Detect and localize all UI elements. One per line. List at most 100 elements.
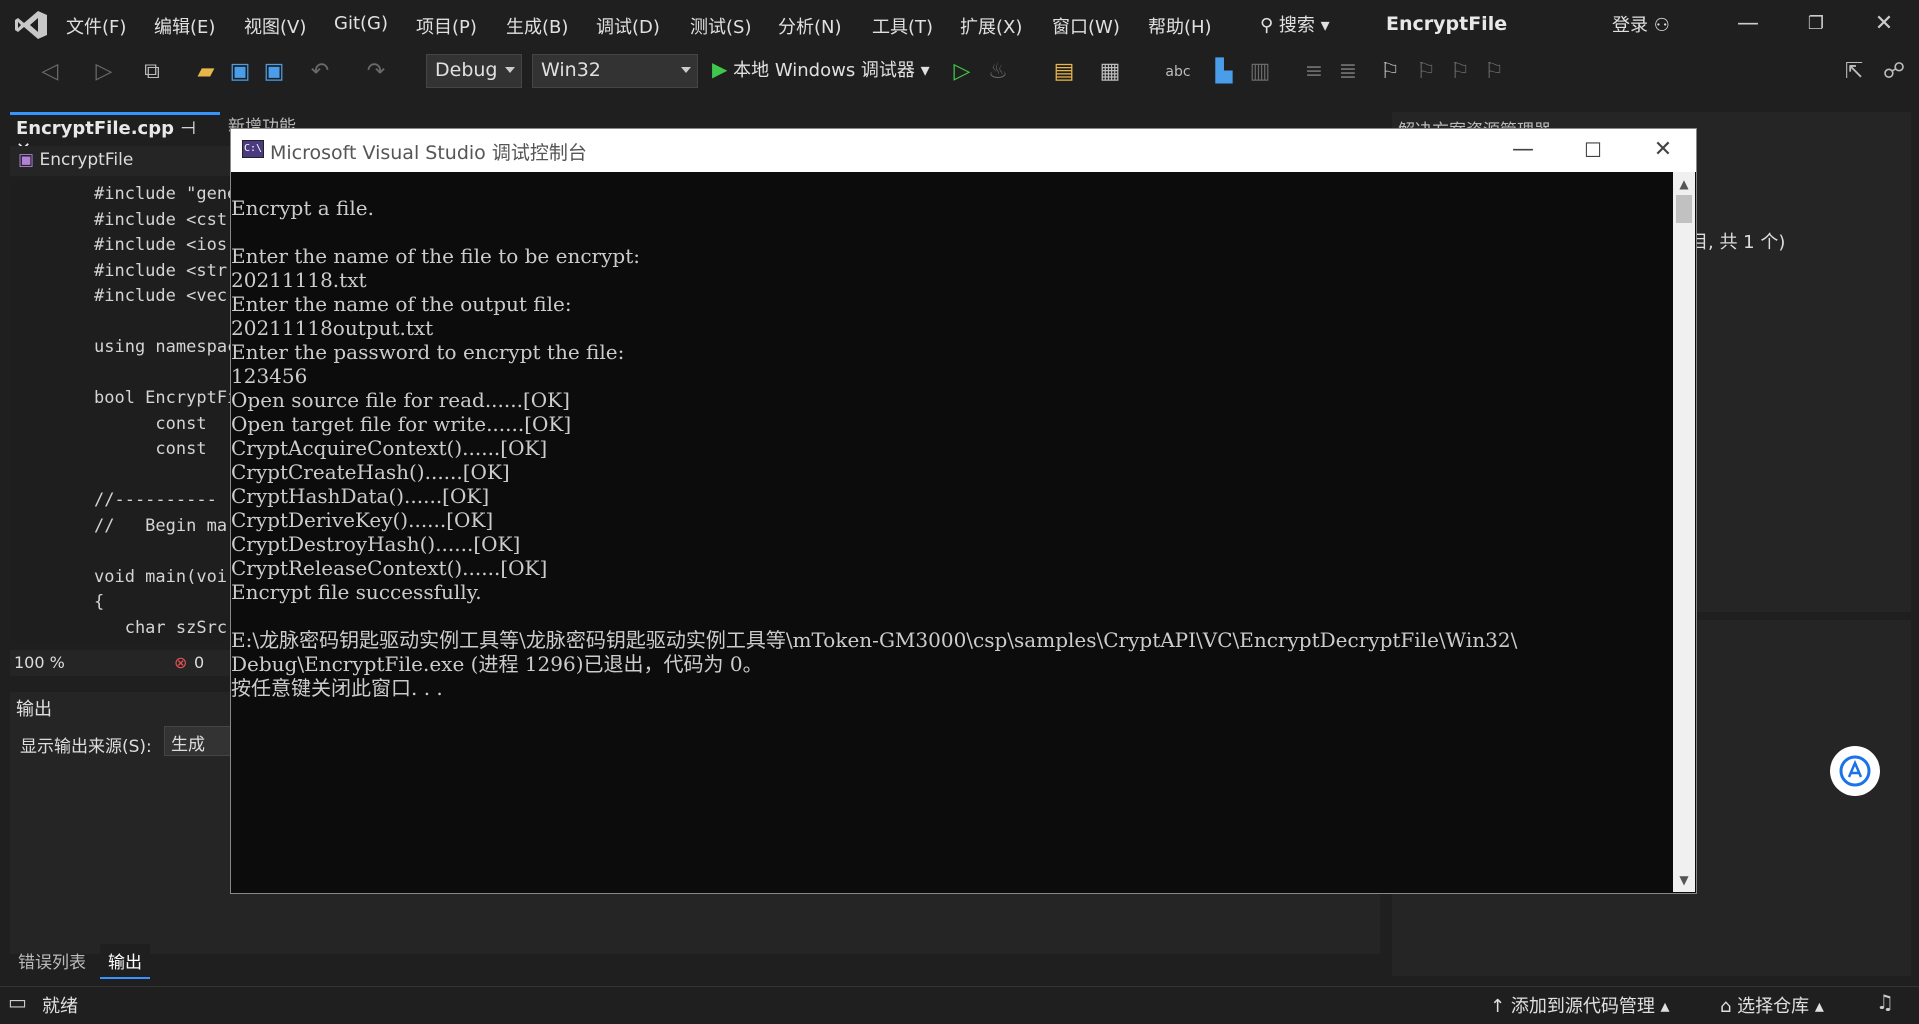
platform-combo[interactable]: Win32 — [532, 54, 698, 88]
console-maximize-button[interactable]: ☐ — [1570, 134, 1616, 166]
forward-icon[interactable]: ▷ — [90, 58, 118, 86]
repo-icon: ⌂ — [1720, 996, 1732, 1017]
console-line: CryptCreateHash()......[OK] — [231, 460, 510, 484]
restore-button[interactable]: ❐ — [1796, 8, 1836, 40]
back-icon[interactable]: ◁ — [36, 58, 64, 86]
hot-reload-icon[interactable]: ♨ — [984, 58, 1012, 86]
redo-icon[interactable]: ↷ — [362, 58, 390, 86]
console-close-button[interactable]: ✕ — [1640, 134, 1686, 166]
find-in-files-icon[interactable]: ▤ — [1050, 58, 1078, 86]
tab-output[interactable]: 输出 — [100, 944, 150, 979]
console-app-icon: C:\ — [242, 140, 264, 158]
spell-check-icon[interactable]: abc — [1164, 58, 1192, 86]
tab-error-list[interactable]: 错误列表 — [10, 944, 94, 977]
menu-item[interactable]: 帮助(H) — [1148, 13, 1212, 39]
comment-icon[interactable]: ▙ — [1210, 58, 1238, 86]
minimize-button[interactable]: — — [1728, 8, 1768, 40]
code-line: // Begin ma — [94, 515, 228, 536]
code-line: const — [94, 413, 207, 434]
feedback-icon[interactable]: ☍ — [1880, 58, 1908, 86]
code-line: char szSrc — [94, 617, 228, 638]
next-bookmark-icon[interactable]: ⚐ — [1446, 58, 1474, 86]
menu-item[interactable]: 窗口(W) — [1052, 13, 1120, 39]
menu-item[interactable]: 测试(S) — [690, 13, 751, 39]
console-line: Enter the name of the file to be encrypt… — [231, 244, 640, 268]
console-title: Microsoft Visual Studio 调试控制台 — [270, 142, 587, 164]
open-folder-icon[interactable]: ▰ — [192, 58, 220, 86]
console-line: Enter the password to encrypt the file: — [231, 340, 625, 364]
pin-icon: ⊣ — [180, 118, 196, 139]
scope-navigation[interactable]: ▣ EncryptFile — [10, 146, 230, 176]
console-minimize-button[interactable]: — — [1500, 134, 1546, 166]
code-line: void main(voi — [94, 566, 228, 587]
console-output[interactable]: Encrypt a file. Enter the name of the fil… — [231, 172, 1671, 892]
error-count[interactable]: 0 — [194, 653, 204, 672]
indent-icon[interactable]: ≣ — [1334, 58, 1362, 86]
undo-icon[interactable]: ↶ — [306, 58, 334, 86]
save-icon[interactable]: ▣ — [226, 58, 254, 86]
scroll-down-icon[interactable]: ▼ — [1676, 872, 1692, 888]
console-line: 20211118.txt — [231, 268, 367, 292]
console-line: CryptReleaseContext()......[OK] — [231, 556, 548, 580]
select-repo-button[interactable]: ⌂ 选择仓库 ▴ — [1720, 992, 1824, 1018]
chevron-down-icon — [505, 67, 515, 73]
share-icon[interactable]: ⇱ — [1840, 58, 1868, 86]
uncomment-icon[interactable]: ▥ — [1246, 58, 1274, 86]
config-combo[interactable]: Debug — [426, 54, 522, 88]
zoom-level[interactable]: 100 % — [14, 653, 65, 672]
console-line: 123456 — [231, 364, 308, 388]
notification-bell-icon[interactable]: ♫ — [1876, 990, 1894, 1014]
console-text: Encrypt a file. Enter the name of the fil… — [231, 196, 1517, 700]
user-icon: ⚇ — [1653, 15, 1670, 36]
prev-bookmark-icon[interactable]: ⚐ — [1412, 58, 1440, 86]
code-line: bool EncryptFi — [94, 388, 230, 408]
save-all-icon[interactable]: ▣ — [260, 58, 288, 86]
copilot-icon — [1839, 755, 1871, 787]
bookmark-icon[interactable]: ⚐ — [1376, 58, 1404, 86]
menu-item[interactable]: 分析(N) — [778, 13, 842, 39]
menu-item[interactable]: 编辑(E) — [154, 13, 215, 39]
menu-item[interactable]: 生成(B) — [506, 13, 568, 39]
add-source-control-button[interactable]: ↑ 添加到源代码管理 ▴ — [1490, 992, 1670, 1018]
menu-item[interactable]: 项目(P) — [416, 13, 477, 39]
login-button[interactable]: 登录 ⚇ — [1612, 11, 1670, 37]
clear-bookmarks-icon[interactable]: ⚐ — [1480, 58, 1508, 86]
console-line: CryptHashData()......[OK] — [231, 484, 490, 508]
output-source-label: 显示输出来源(S): — [20, 737, 152, 757]
code-line: #include <cst — [94, 209, 228, 230]
start-debug-button[interactable]: ▶ 本地 Windows 调试器 ▾ — [712, 56, 930, 82]
menu-item[interactable]: Git(G) — [334, 13, 388, 34]
menu-item[interactable]: 扩展(X) — [960, 13, 1022, 39]
start-without-debug-icon[interactable]: ▷ — [948, 58, 976, 86]
search-box[interactable]: ⚲ 搜索 ▾ — [1260, 11, 1330, 37]
code-editor[interactable]: #include "gene #include <cst #include <ios… — [10, 178, 230, 642]
console-line: CryptDeriveKey()......[OK] — [231, 508, 494, 532]
status-icon: ▭ — [8, 990, 27, 1014]
status-ready: 就绪 — [42, 996, 78, 1017]
layout-icon[interactable]: ▦ — [1096, 58, 1124, 86]
outdent-icon[interactable]: ≡ — [1300, 58, 1328, 86]
output-source-select[interactable]: 生成 — [164, 726, 234, 756]
code-line: { — [94, 592, 105, 612]
code-line: const — [94, 439, 207, 459]
console-scrollbar[interactable] — [1673, 172, 1695, 892]
menu-item[interactable]: 文件(F) — [66, 13, 126, 39]
code-line: #include <ios — [94, 235, 228, 255]
console-line: Encrypt a file. — [231, 196, 374, 220]
scroll-thumb[interactable] — [1676, 195, 1692, 223]
menu-item[interactable]: 调试(D) — [596, 13, 660, 39]
close-button[interactable]: ✕ — [1864, 8, 1904, 40]
copilot-button[interactable] — [1830, 746, 1880, 796]
menu-item[interactable]: 视图(V) — [244, 13, 306, 39]
new-project-icon[interactable]: ⧉ — [138, 58, 166, 86]
scroll-up-icon[interactable]: ▲ — [1676, 176, 1692, 192]
menu-item[interactable]: 工具(T) — [872, 13, 933, 39]
error-icon: ⊗ — [174, 653, 188, 672]
visual-studio-logo-icon — [15, 11, 47, 39]
play-icon: ▶ — [712, 57, 728, 81]
tab-encryptfile-cpp[interactable]: EncryptFile.cpp ⊣ ✕ — [10, 112, 220, 160]
code-line: #include "gene — [94, 184, 230, 204]
solution-project-count: 目, 共 1 个) — [1690, 232, 1786, 253]
